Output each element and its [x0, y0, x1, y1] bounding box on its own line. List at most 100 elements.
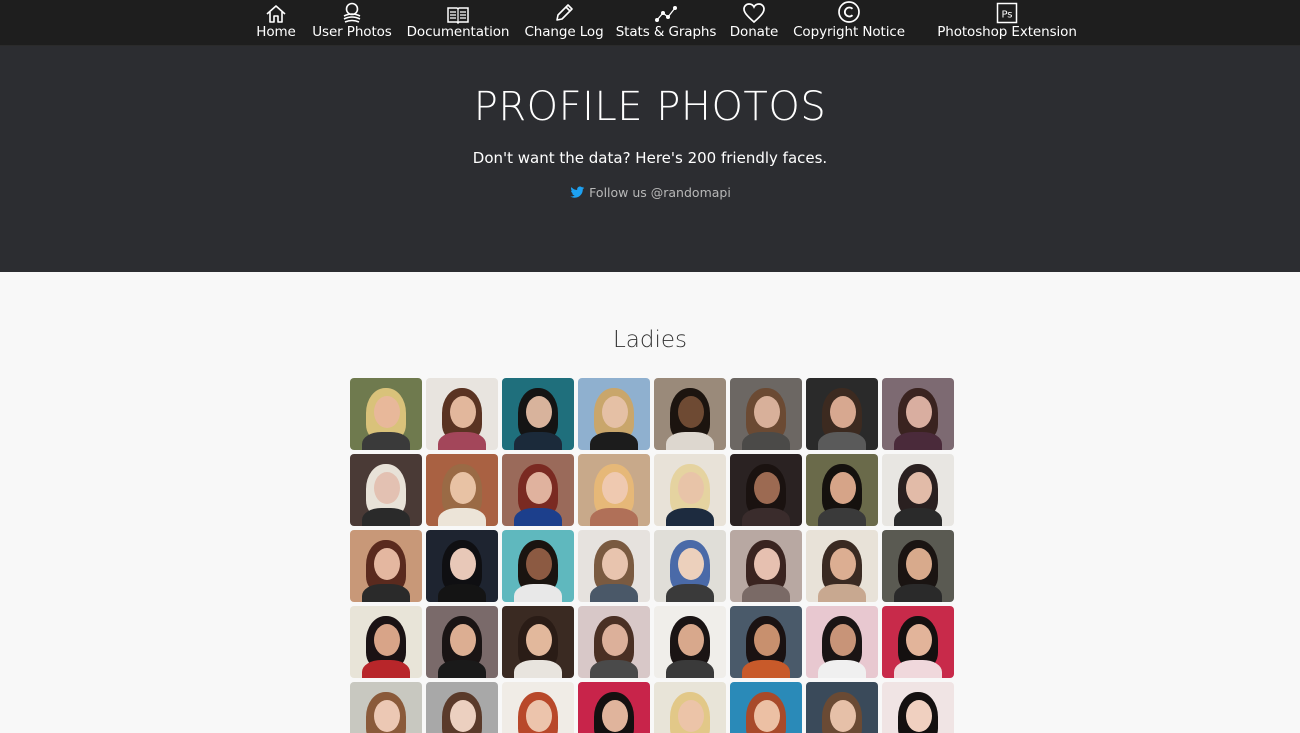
profile-photo[interactable] [426, 454, 498, 526]
photo-face [602, 472, 628, 504]
photo-face [906, 396, 932, 428]
profile-photo[interactable] [502, 606, 574, 678]
photo-face [906, 548, 932, 580]
profile-photo[interactable] [882, 530, 954, 602]
photo-shoulders [590, 432, 638, 450]
profile-photo[interactable] [578, 606, 650, 678]
photo-face [374, 548, 400, 580]
profile-photo[interactable] [730, 454, 802, 526]
profile-photo[interactable] [502, 530, 574, 602]
profile-photo[interactable] [502, 378, 574, 450]
photo-shoulders [818, 432, 866, 450]
photo-face [754, 472, 780, 504]
twitter-follow-text: Follow us @randomapi [589, 185, 731, 200]
profile-photo[interactable] [654, 682, 726, 733]
twitter-follow-link[interactable]: Follow us @randomapi [0, 185, 1300, 200]
nav-donate[interactable]: Donate [728, 0, 780, 46]
nav-change-log-label: Change Log [524, 24, 604, 40]
profile-photo[interactable] [882, 606, 954, 678]
page-title: PROFILE PHOTOS [473, 84, 827, 130]
photo-face [678, 624, 704, 656]
photo-shoulders [438, 432, 486, 450]
profile-photo[interactable] [578, 378, 650, 450]
photo-face [906, 700, 932, 732]
photo-shoulders [514, 508, 562, 526]
photo-face [374, 700, 400, 732]
profile-photo[interactable] [350, 606, 422, 678]
profile-photo[interactable] [806, 454, 878, 526]
profile-photo[interactable] [578, 530, 650, 602]
profile-photo[interactable] [730, 378, 802, 450]
photo-shoulders [590, 660, 638, 678]
copyright-icon [836, 0, 862, 24]
nav-user-photos[interactable]: User Photos [312, 0, 392, 46]
photo-face [678, 700, 704, 732]
profile-photo[interactable] [426, 378, 498, 450]
photo-shoulders [514, 660, 562, 678]
profile-photo[interactable] [578, 682, 650, 733]
profile-photo[interactable] [730, 606, 802, 678]
profile-photo[interactable] [350, 682, 422, 733]
nav-copyright-notice[interactable]: Copyright Notice [793, 0, 905, 46]
photo-shoulders [514, 584, 562, 602]
profile-photo[interactable] [882, 454, 954, 526]
profile-photo[interactable] [654, 530, 726, 602]
photo-shoulders [894, 432, 942, 450]
nav-stats-graphs[interactable]: Stats & Graphs [616, 0, 716, 46]
photo-shoulders [362, 584, 410, 602]
photo-face [450, 624, 476, 656]
nav-photoshop-extension-label: Photoshop Extension [937, 24, 1077, 40]
nav-documentation[interactable]: Documentation [407, 0, 509, 46]
profile-photo[interactable] [654, 378, 726, 450]
hero-banner: PROFILE PHOTOS Don't want the data? Here… [0, 46, 1300, 272]
photo-shoulders [362, 432, 410, 450]
pencil-icon [551, 0, 577, 24]
profile-photo[interactable] [654, 454, 726, 526]
photo-face [526, 472, 552, 504]
photo-face [678, 548, 704, 580]
profile-photo[interactable] [350, 530, 422, 602]
profile-photo[interactable] [578, 454, 650, 526]
photo-shoulders [590, 584, 638, 602]
photo-face [830, 396, 856, 428]
photo-shoulders [666, 584, 714, 602]
profile-photo[interactable] [350, 378, 422, 450]
photo-face [602, 548, 628, 580]
profile-photo[interactable] [806, 606, 878, 678]
photo-face [754, 396, 780, 428]
photo-face [830, 624, 856, 656]
profile-photo[interactable] [426, 682, 498, 733]
photo-shoulders [742, 584, 790, 602]
photo-shoulders [742, 508, 790, 526]
profile-photo[interactable] [806, 682, 878, 733]
photo-shoulders [362, 508, 410, 526]
photo-face [374, 624, 400, 656]
profile-photo[interactable] [502, 454, 574, 526]
profile-photo[interactable] [806, 530, 878, 602]
nav-home-label: Home [256, 24, 296, 40]
profile-photo[interactable] [426, 606, 498, 678]
photo-face [754, 548, 780, 580]
profile-photo[interactable] [882, 682, 954, 733]
heart-icon [741, 0, 767, 24]
photo-shoulders [818, 660, 866, 678]
photo-face [906, 472, 932, 504]
profile-photo[interactable] [806, 378, 878, 450]
profile-photo[interactable] [426, 530, 498, 602]
photo-face [754, 624, 780, 656]
profile-photo[interactable] [654, 606, 726, 678]
photo-face [678, 396, 704, 428]
photo-face [830, 472, 856, 504]
nav-photoshop-extension[interactable]: Ps Photoshop Extension [937, 0, 1077, 46]
profile-photo[interactable] [350, 454, 422, 526]
photo-face [830, 700, 856, 732]
photo-face [906, 624, 932, 656]
profile-photo[interactable] [730, 530, 802, 602]
nav-home[interactable]: Home [256, 0, 296, 46]
nav-change-log[interactable]: Change Log [524, 0, 604, 46]
photo-face [450, 396, 476, 428]
profile-photo[interactable] [882, 378, 954, 450]
photo-shoulders [742, 660, 790, 678]
profile-photo[interactable] [730, 682, 802, 733]
profile-photo[interactable] [502, 682, 574, 733]
